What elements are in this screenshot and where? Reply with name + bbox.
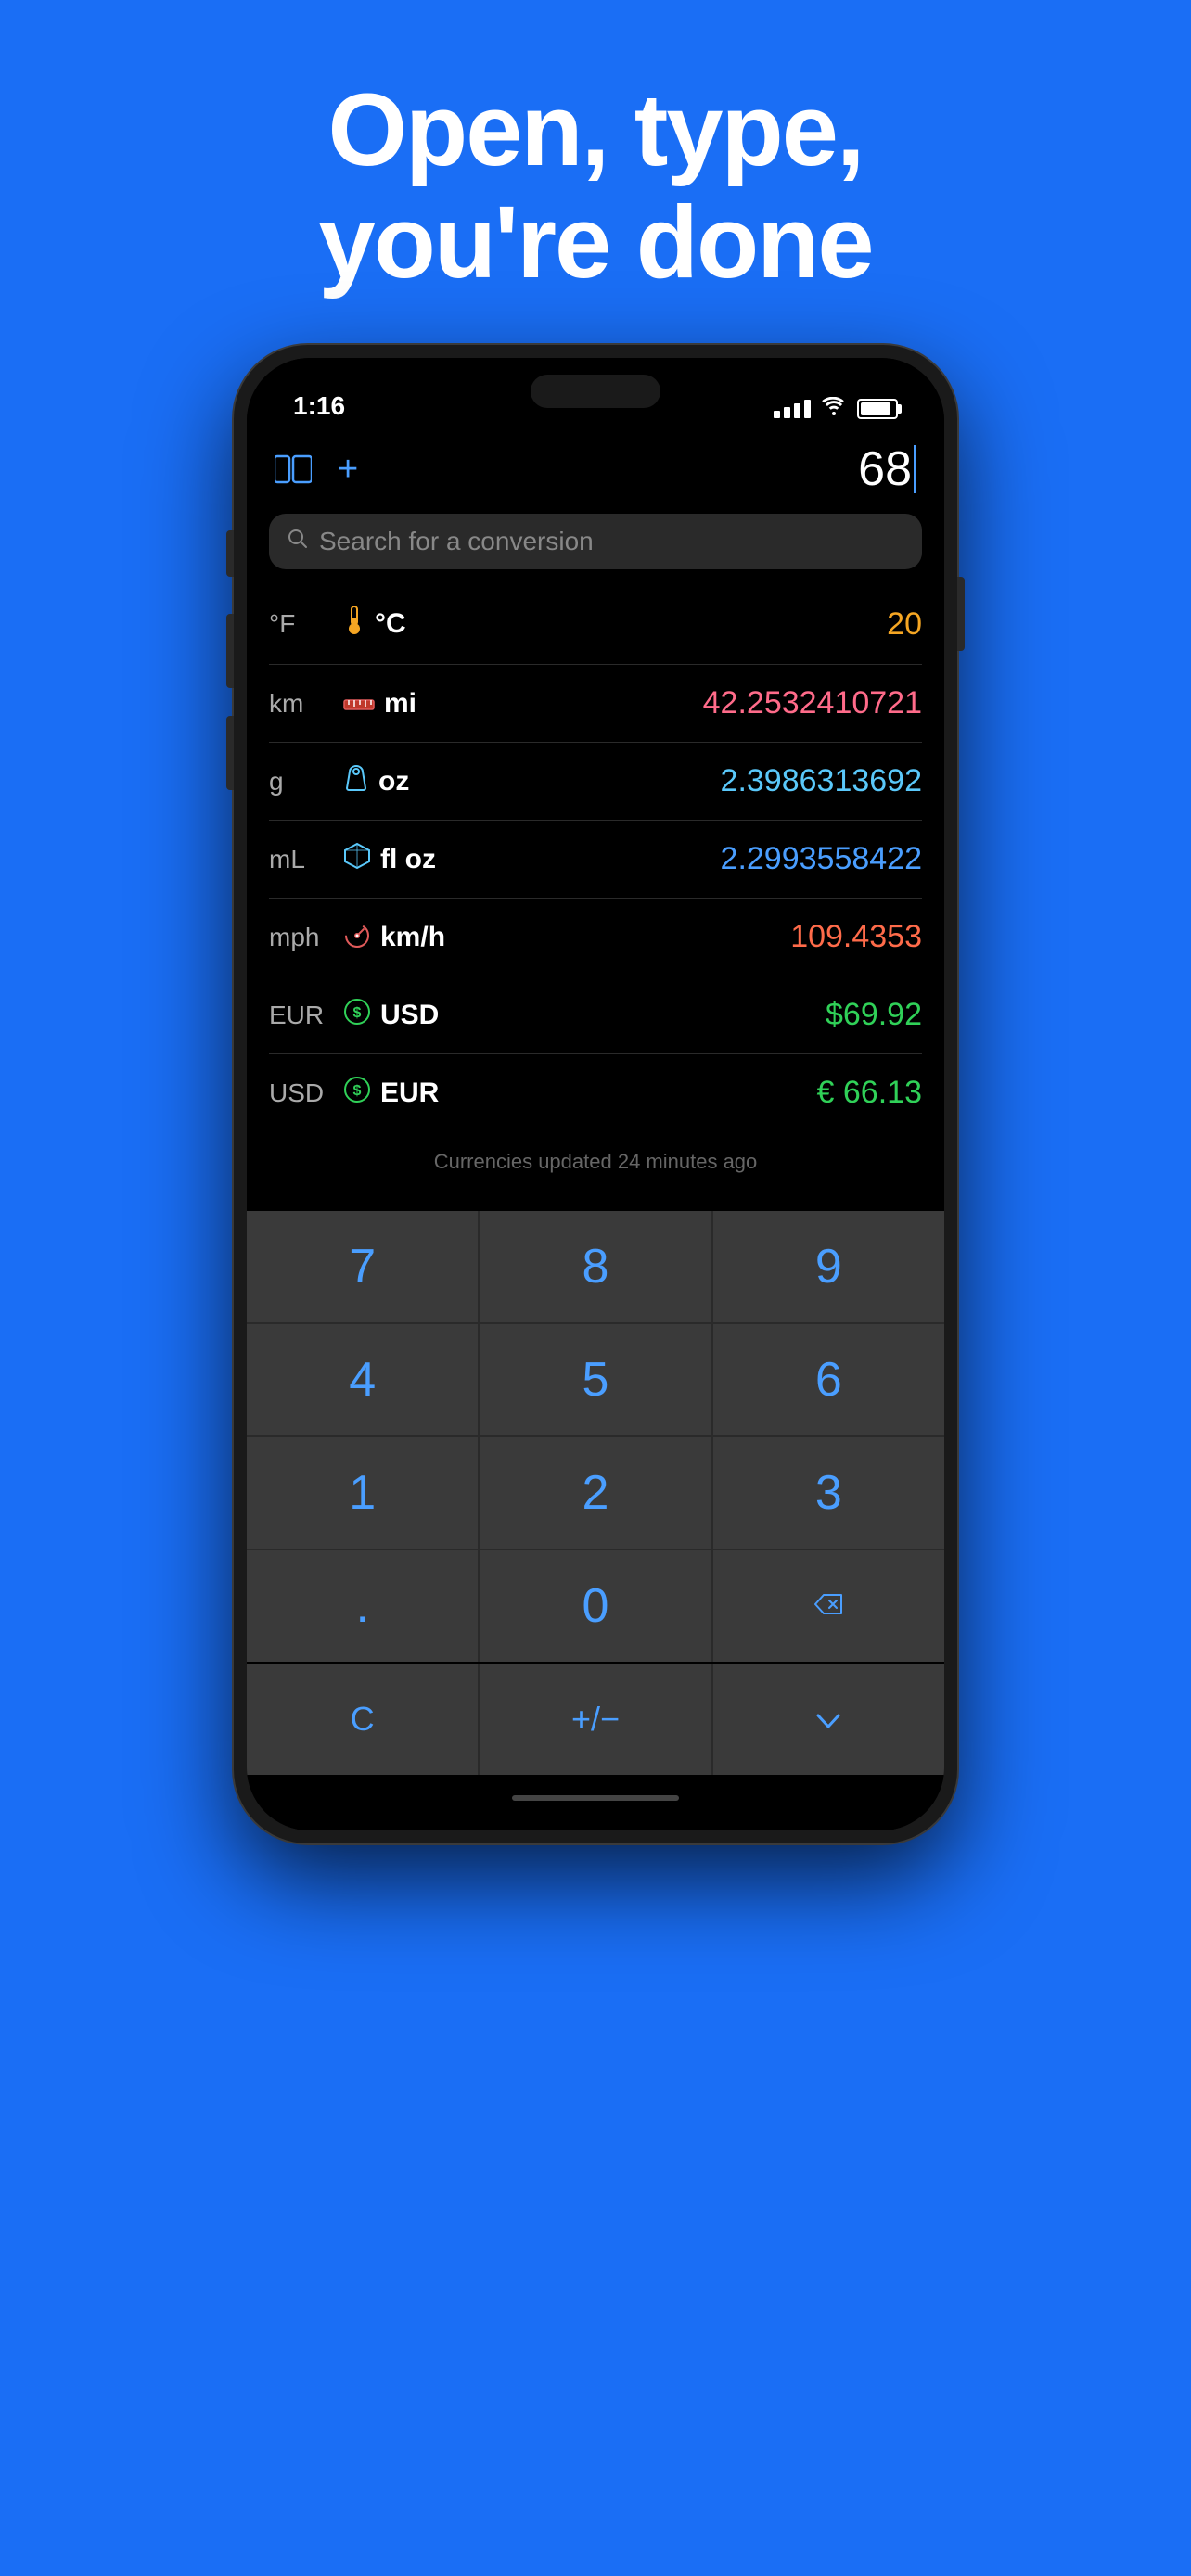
conversion-row-distance[interactable]: km mi 42.253241072 — [269, 665, 922, 743]
conv-to-6: EUR — [380, 1078, 439, 1109]
conv-to-4: km/h — [380, 922, 445, 953]
status-time: 1:16 — [293, 391, 345, 421]
currency-eur-icon: $ — [343, 998, 371, 1033]
conv-result-3: 2.2993558422 — [436, 841, 922, 877]
conv-result-6: € 66.13 — [439, 1075, 922, 1111]
conversion-row-volume[interactable]: mL fl oz 2.2993558422 — [269, 821, 922, 899]
add-conversion-button[interactable]: + — [338, 452, 358, 487]
conversion-row-speed[interactable]: mph km/h 109.4353 — [269, 899, 922, 976]
text-cursor — [914, 445, 916, 493]
cube-icon — [343, 842, 371, 877]
key-backspace[interactable] — [713, 1550, 944, 1662]
search-icon — [288, 529, 308, 555]
app-content: + 68 Search for a conversi — [247, 432, 944, 1830]
conv-from-2: g — [269, 767, 334, 797]
conversion-row-temp[interactable]: °F °C 20 — [269, 584, 922, 665]
conv-result-0: 20 — [406, 606, 922, 643]
conv-to-2: oz — [378, 766, 409, 797]
keypad-bottom-row: C +/− — [247, 1664, 944, 1775]
side-button-vol-down — [226, 716, 234, 790]
svg-text:$: $ — [353, 1005, 362, 1021]
conv-result-5: $69.92 — [439, 997, 922, 1033]
search-placeholder: Search for a conversion — [319, 527, 594, 556]
keypad-grid: 7 8 9 4 5 6 1 2 3 . 0 — [247, 1211, 944, 1662]
key-decimal[interactable]: . — [247, 1550, 478, 1662]
conv-result-2: 2.3986313692 — [409, 763, 922, 799]
svg-text:$: $ — [353, 1083, 362, 1099]
key-9[interactable]: 9 — [713, 1211, 944, 1322]
conv-to-5: USD — [380, 1000, 439, 1031]
signal-icon — [774, 400, 811, 418]
side-button-mute — [226, 530, 234, 577]
key-dismiss[interactable] — [713, 1664, 944, 1775]
key-6[interactable]: 6 — [713, 1324, 944, 1435]
phone-outer: 1:16 — [234, 345, 957, 1843]
status-icons — [774, 397, 898, 421]
phone-screen: 1:16 — [247, 358, 944, 1830]
conv-from-1: km — [269, 689, 334, 719]
key-clear[interactable]: C — [247, 1664, 478, 1775]
home-indicator — [247, 1775, 944, 1830]
conv-result-1: 42.2532410721 — [416, 685, 922, 721]
conv-from-0: °F — [269, 609, 334, 639]
sidebar-toggle-button[interactable] — [275, 454, 312, 484]
speedometer-icon — [343, 920, 371, 955]
conv-to-1: mi — [384, 688, 416, 720]
currency-update-note: Currencies updated 24 minutes ago — [247, 1131, 944, 1202]
weight-icon — [343, 764, 369, 799]
conversion-row-usd-eur[interactable]: USD $ EUR € 66.13 — [269, 1054, 922, 1131]
conv-from-3: mL — [269, 845, 334, 874]
search-bar[interactable]: Search for a conversion — [269, 514, 922, 569]
thermometer-icon — [343, 605, 365, 644]
side-button-vol-up — [226, 614, 234, 688]
conv-from-5: EUR — [269, 1001, 334, 1030]
current-value-display: 68 — [858, 441, 912, 497]
currency-usd-icon: $ — [343, 1076, 371, 1111]
conv-to-0: °C — [375, 608, 406, 640]
ruler-icon — [343, 688, 375, 720]
conv-from-4: mph — [269, 923, 334, 952]
conv-result-4: 109.4353 — [445, 919, 922, 955]
conv-to-3: fl oz — [380, 844, 436, 875]
side-button-power — [957, 577, 965, 651]
key-0[interactable]: 0 — [480, 1550, 711, 1662]
dynamic-island — [531, 375, 660, 408]
phone-container: 1:16 — [0, 345, 1191, 1899]
hero-title: Open, type, you're done — [56, 74, 1135, 299]
hero-section: Open, type, you're done — [0, 0, 1191, 345]
wifi-icon — [822, 397, 846, 421]
key-3[interactable]: 3 — [713, 1437, 944, 1549]
key-8[interactable]: 8 — [480, 1211, 711, 1322]
key-1[interactable]: 1 — [247, 1437, 478, 1549]
toolbar: + 68 — [247, 432, 944, 510]
key-2[interactable]: 2 — [480, 1437, 711, 1549]
conv-from-6: USD — [269, 1078, 334, 1108]
conversion-row-eur-usd[interactable]: EUR $ USD $69.92 — [269, 976, 922, 1054]
key-7[interactable]: 7 — [247, 1211, 478, 1322]
key-plusminus[interactable]: +/− — [480, 1664, 711, 1775]
key-5[interactable]: 5 — [480, 1324, 711, 1435]
keypad: 7 8 9 4 5 6 1 2 3 . 0 — [247, 1211, 944, 1775]
key-4[interactable]: 4 — [247, 1324, 478, 1435]
conversion-list: °F °C 20 km — [247, 584, 944, 1131]
conversion-row-weight[interactable]: g oz 2.3986313692 — [269, 743, 922, 821]
battery-icon — [857, 399, 898, 419]
